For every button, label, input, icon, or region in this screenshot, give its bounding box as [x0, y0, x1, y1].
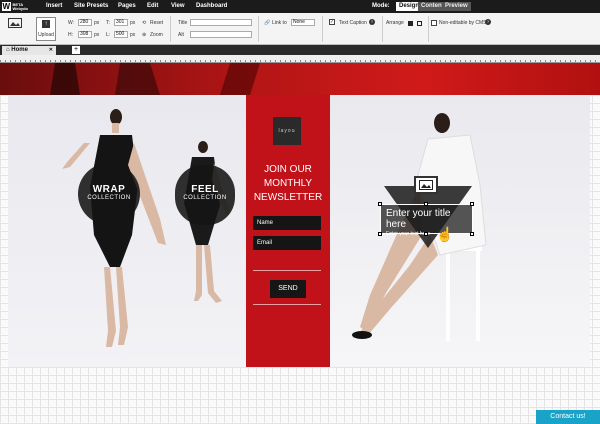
- feel-subtitle: COLLECTION: [183, 195, 227, 201]
- reset-button[interactable]: Reset: [150, 20, 163, 26]
- name-field[interactable]: Name: [253, 216, 321, 230]
- logo-mark: W: [2, 2, 11, 11]
- divider: [382, 16, 383, 42]
- title-input[interactable]: [190, 19, 252, 26]
- upload-button[interactable]: ↑ Upload: [36, 17, 56, 41]
- upload-icon: ↑: [42, 20, 50, 28]
- left-input[interactable]: 500: [114, 31, 128, 38]
- top-label: T:: [106, 20, 110, 26]
- webydo-logo[interactable]: W BETA Webydo: [2, 1, 28, 12]
- mode-preview-button[interactable]: Preview: [442, 2, 471, 11]
- logo-name: Webydo: [12, 5, 28, 11]
- top-unit: px: [130, 20, 136, 26]
- horizontal-ruler: [0, 55, 600, 63]
- resize-handle[interactable]: [378, 232, 382, 236]
- divider: [258, 16, 259, 42]
- link-icon: 🔗: [264, 20, 271, 26]
- brand-logo[interactable]: layou: [273, 117, 301, 145]
- upload-label: Upload: [38, 32, 54, 38]
- join-our-text: JOIN OUR: [264, 164, 312, 175]
- send-backward-icon[interactable]: [417, 21, 422, 26]
- title-label: Title: [178, 20, 188, 26]
- title-text: Enter your title here: [386, 208, 451, 230]
- menu-site-presets[interactable]: Site Presets: [74, 3, 108, 9]
- height-input[interactable]: 308: [78, 31, 92, 38]
- image-placeholder-icon[interactable]: [414, 176, 438, 194]
- left-photo-panel[interactable]: [8, 95, 246, 367]
- tab-home[interactable]: ⌂ Home ✕: [2, 46, 56, 55]
- close-icon[interactable]: ✕: [49, 46, 53, 55]
- left-unit: px: [130, 32, 136, 38]
- tab-home-label: Home: [11, 47, 28, 53]
- resize-handle[interactable]: [470, 202, 474, 206]
- menu-edit[interactable]: Edit: [147, 3, 158, 9]
- non-editable-label: Non-editable by CMS: [439, 20, 487, 26]
- height-label: H:: [68, 32, 73, 38]
- resize-handle[interactable]: [378, 202, 382, 206]
- height-unit: px: [94, 32, 100, 38]
- zoom-icon[interactable]: ⊕: [142, 32, 146, 38]
- menu-dashboard[interactable]: Dashboard: [196, 3, 227, 9]
- help-icon[interactable]: ?: [369, 19, 375, 25]
- newsletter-text: NEWSLETTER: [253, 192, 323, 203]
- alt-label: Alt: [178, 32, 184, 38]
- hand-cursor-icon: ☝: [436, 226, 454, 242]
- email-field[interactable]: Email: [253, 236, 321, 250]
- arrange-label: Arrange: [386, 20, 404, 26]
- add-page-button[interactable]: +: [72, 46, 80, 54]
- mode-label: Mode:: [372, 3, 390, 9]
- monthly-text: MONTHLY: [263, 178, 313, 189]
- page-tabs: ⌂ Home ✕ +: [0, 45, 600, 55]
- contact-us-button[interactable]: Contact us!: [536, 410, 600, 424]
- zoom-button[interactable]: Zoom: [150, 32, 163, 38]
- menu-insert[interactable]: Insert: [46, 3, 62, 9]
- reset-icon[interactable]: ⟲: [142, 20, 146, 26]
- feel-title: FEEL: [191, 184, 219, 195]
- left-label: L:: [106, 32, 111, 38]
- header-models-image: [50, 63, 260, 95]
- width-label: W:: [68, 20, 75, 26]
- wrap-title: WRAP: [92, 184, 126, 195]
- models-photo: [62, 109, 230, 347]
- wrap-subtitle: COLLECTION: [87, 195, 131, 201]
- help-icon[interactable]: ?: [485, 19, 491, 25]
- menu-pages[interactable]: Pages: [118, 3, 136, 9]
- feel-collection-badge[interactable]: FEEL COLLECTION: [175, 165, 235, 225]
- text-caption-label: Text Caption: [339, 20, 367, 26]
- header-banner[interactable]: [0, 63, 600, 95]
- divider-line: [253, 270, 321, 271]
- divider: [322, 16, 323, 42]
- text-caption-checkbox[interactable]: ✓: [329, 19, 335, 25]
- properties-toolbar: ↑ Upload W: 280 px H: 308 px T: 301 px L…: [0, 13, 600, 45]
- divider: [170, 16, 171, 42]
- image-icon[interactable]: [8, 18, 22, 28]
- width-input[interactable]: 280: [78, 19, 92, 26]
- alt-input[interactable]: [190, 31, 252, 38]
- top-input[interactable]: 301: [114, 19, 128, 26]
- resize-handle[interactable]: [424, 232, 428, 236]
- resize-handle[interactable]: [470, 232, 474, 236]
- send-button[interactable]: SEND: [270, 280, 306, 298]
- width-unit: px: [94, 20, 100, 26]
- divider: [428, 16, 429, 42]
- title-text-box[interactable]: Enter your title here Enter your text he…: [380, 204, 473, 237]
- link-label: Link to: [272, 20, 287, 26]
- divider-line: [253, 304, 321, 305]
- wrap-collection-badge[interactable]: WRAP COLLECTION: [78, 163, 140, 225]
- resize-handle[interactable]: [424, 202, 428, 206]
- bring-forward-icon[interactable]: [408, 21, 413, 26]
- top-menu-bar: W BETA Webydo Insert Site Presets Pages E…: [0, 0, 600, 13]
- link-select[interactable]: None: [291, 19, 315, 26]
- non-editable-checkbox[interactable]: [431, 20, 437, 26]
- menu-view[interactable]: View: [171, 3, 185, 9]
